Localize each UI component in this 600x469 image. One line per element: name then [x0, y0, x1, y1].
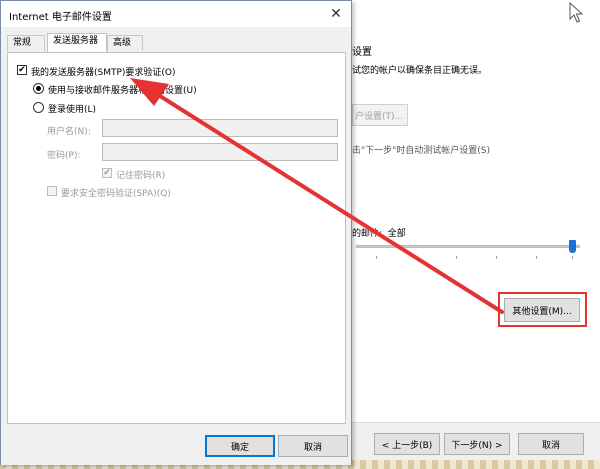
password-label: 密码(P):	[47, 151, 81, 161]
ok-button[interactable]: 确定	[205, 435, 275, 457]
login-with-radio[interactable]	[33, 102, 44, 113]
annotation-highlight-box	[498, 292, 587, 327]
use-same-settings-radio[interactable]	[33, 83, 44, 94]
back-button[interactable]: < 上一步(B)	[374, 433, 440, 455]
slider-tick	[416, 256, 417, 259]
outgoing-server-panel: ✔ 我的发送服务器(SMTP)要求验证(O) 使用与接收邮件服务器相同的设置(U…	[7, 52, 346, 424]
smtp-auth-checkbox[interactable]: ✔	[17, 65, 27, 75]
dialog-footer: 确定 取消	[1, 425, 351, 465]
slider-tick	[496, 256, 497, 259]
username-field[interactable]	[102, 119, 338, 137]
use-same-settings-label: 使用与接收邮件服务器相同的设置(U)	[48, 86, 197, 96]
username-label: 用户名(N):	[47, 127, 91, 137]
cancel-button[interactable]: 取消	[278, 435, 348, 457]
auto-test-option-label: 击"下一步"时自动测试帐户设置(S)	[352, 146, 491, 156]
screen: 设置 试您的帐户以确保条目正确无误。 户设置(T)... 击"下一步"时自动测试…	[0, 0, 600, 469]
remember-password-checkbox[interactable]: ✔	[102, 168, 112, 178]
slider-tick	[456, 256, 457, 259]
tab-advanced[interactable]: 高级	[107, 35, 143, 51]
slider-tick	[376, 256, 377, 259]
slider-tick	[536, 256, 537, 259]
smtp-auth-label: 我的发送服务器(SMTP)要求验证(O)	[31, 68, 176, 78]
offline-mail-slider[interactable]	[356, 245, 580, 248]
wizard-cancel-button[interactable]: 取消	[518, 433, 584, 455]
section-description: 试您的帐户以确保条目正确无误。	[352, 66, 488, 76]
spa-checkbox[interactable]	[47, 186, 57, 196]
test-account-settings-button[interactable]: 户设置(T)...	[352, 104, 408, 126]
offline-mail-label: 的邮件: 全部	[352, 229, 406, 239]
spa-label: 要求安全密码验证(SPA)(Q)	[61, 189, 171, 199]
slider-thumb[interactable]	[569, 240, 576, 253]
remember-password-label: 记住密码(R)	[116, 171, 166, 181]
next-button[interactable]: 下一步(N) >	[444, 433, 510, 455]
tab-outgoing-server[interactable]: 发送服务器	[47, 33, 107, 52]
dialog-title: Internet 电子邮件设置	[9, 12, 112, 23]
mouse-cursor-icon	[569, 2, 584, 23]
password-field[interactable]	[102, 143, 338, 161]
login-with-label: 登录使用(L)	[48, 105, 97, 115]
section-title: 设置	[352, 47, 372, 58]
internet-email-settings-dialog: Internet 电子邮件设置 ✕ 常规 发送服务器 高级 ✔ 我的发送服务器(…	[0, 0, 352, 465]
radio-selected-dot	[36, 86, 41, 91]
close-icon[interactable]: ✕	[326, 4, 346, 24]
tab-general[interactable]: 常规	[7, 35, 45, 51]
dialog-titlebar[interactable]: Internet 电子邮件设置 ✕	[1, 1, 351, 27]
offline-mail-value: 全部	[387, 229, 406, 239]
slider-tick	[572, 256, 573, 259]
